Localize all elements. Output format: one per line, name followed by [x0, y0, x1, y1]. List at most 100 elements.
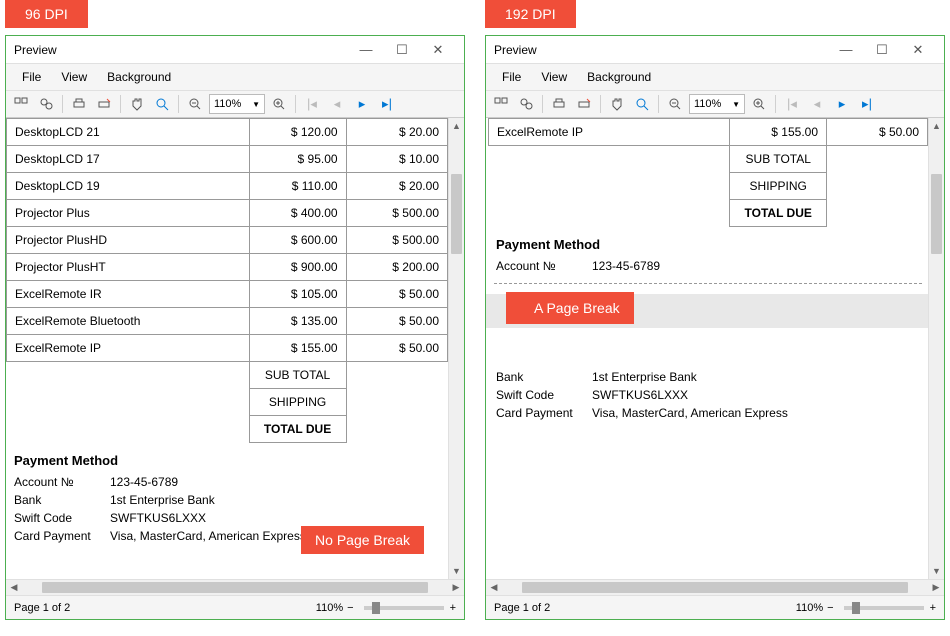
scroll-up-icon[interactable]: ▲: [449, 118, 464, 134]
table-row: Projector PlusHD$ 600.00$ 500.00: [7, 227, 448, 254]
zoom-plus-button[interactable]: +: [930, 602, 936, 614]
first-page-icon[interactable]: |◂: [781, 94, 803, 114]
items-table: ExcelRemote IP$ 155.00$ 50.00 SUB TOTAL …: [488, 118, 928, 227]
subtotal-label: SUB TOTAL: [730, 146, 827, 173]
dpi-96-tag: 96 DPI: [5, 0, 88, 28]
search-icon[interactable]: [35, 94, 57, 114]
menu-bar: File View Background: [6, 64, 464, 91]
scroll-down-icon[interactable]: ▼: [449, 563, 464, 579]
table-row: DesktopLCD 21$ 120.00$ 20.00: [7, 119, 448, 146]
magnifier-icon[interactable]: [151, 94, 173, 114]
totaldue-label: TOTAL DUE: [730, 200, 827, 227]
zoom-slider[interactable]: [364, 606, 444, 610]
menu-background[interactable]: Background: [579, 68, 659, 86]
toolbar: 110%▼ |◂ ◂ ▸ ▸|: [6, 91, 464, 118]
shipping-label: SHIPPING: [730, 173, 827, 200]
vertical-scrollbar[interactable]: ▲ ▼: [928, 118, 944, 579]
kv-card: Card PaymentVisa, MasterCard, American E…: [494, 404, 922, 422]
hand-tool-icon[interactable]: [606, 94, 628, 114]
zoom-minus-button[interactable]: −: [347, 602, 353, 614]
scroll-left-icon[interactable]: ◀: [486, 582, 502, 593]
page-status: Page 1 of 2: [494, 602, 796, 614]
table-row: Projector PlusHT$ 900.00$ 200.00: [7, 254, 448, 281]
payment-method-header: Payment Method: [12, 443, 442, 473]
last-page-icon[interactable]: ▸|: [376, 94, 398, 114]
zoom-in-icon[interactable]: [268, 94, 290, 114]
no-page-break-callout: No Page Break: [301, 526, 424, 554]
menu-file[interactable]: File: [494, 68, 529, 86]
close-button[interactable]: ✕: [420, 37, 456, 63]
status-bar: Page 1 of 2 110% − +: [486, 595, 944, 619]
zoom-select[interactable]: 110%▼: [209, 94, 265, 114]
preview-window-96: Preview — ☐ ✕ File View Background: [5, 35, 465, 620]
table-row: ExcelRemote IR$ 105.00$ 50.00: [7, 281, 448, 308]
table-row: DesktopLCD 17$ 95.00$ 10.00: [7, 146, 448, 173]
scroll-right-icon[interactable]: ▶: [928, 582, 944, 593]
prev-page-icon[interactable]: ◂: [806, 94, 828, 114]
thumbnails-icon[interactable]: [10, 94, 32, 114]
scroll-left-icon[interactable]: ◀: [6, 582, 22, 593]
shipping-label: SHIPPING: [249, 389, 346, 416]
scroll-down-icon[interactable]: ▼: [929, 563, 944, 579]
kv-swift: Swift CodeSWFTKUS6LXXX: [12, 509, 442, 527]
next-page-icon[interactable]: ▸: [351, 94, 373, 114]
menu-bar: File View Background: [486, 64, 944, 91]
payment-method-header: Payment Method: [494, 227, 922, 257]
menu-background[interactable]: Background: [99, 68, 179, 86]
zoom-in-icon[interactable]: [748, 94, 770, 114]
print-icon[interactable]: [68, 94, 90, 114]
arrow-left-icon: [510, 298, 526, 318]
a-page-break-callout: A Page Break: [506, 292, 634, 324]
dpi-192-tag: 192 DPI: [485, 0, 576, 28]
zoom-status: 110%: [316, 602, 343, 614]
print-icon[interactable]: [548, 94, 570, 114]
search-icon[interactable]: [515, 94, 537, 114]
table-row: ExcelRemote IP$ 155.00$ 50.00: [7, 335, 448, 362]
menu-view[interactable]: View: [53, 68, 95, 86]
table-row: DesktopLCD 19$ 110.00$ 20.00: [7, 173, 448, 200]
kv-swift: Swift CodeSWFTKUS6LXXX: [494, 386, 922, 404]
zoom-minus-button[interactable]: −: [827, 602, 833, 614]
items-table: DesktopLCD 21$ 120.00$ 20.00DesktopLCD 1…: [6, 118, 448, 443]
menu-file[interactable]: File: [14, 68, 49, 86]
next-page-icon[interactable]: ▸: [831, 94, 853, 114]
table-row: ExcelRemote IP$ 155.00$ 50.00: [489, 119, 928, 146]
minimize-button[interactable]: —: [348, 37, 384, 63]
prev-page-icon[interactable]: ◂: [326, 94, 348, 114]
minimize-button[interactable]: —: [828, 37, 864, 63]
kv-bank: Bank1st Enterprise Bank: [12, 491, 442, 509]
document-viewport[interactable]: DesktopLCD 21$ 120.00$ 20.00DesktopLCD 1…: [6, 118, 448, 579]
maximize-button[interactable]: ☐: [384, 37, 420, 63]
first-page-icon[interactable]: |◂: [301, 94, 323, 114]
subtotal-label: SUB TOTAL: [249, 362, 346, 389]
kv-bank: Bank1st Enterprise Bank: [494, 368, 922, 386]
menu-view[interactable]: View: [533, 68, 575, 86]
quick-print-icon[interactable]: [93, 94, 115, 114]
titlebar: Preview — ☐ ✕: [486, 36, 944, 64]
scroll-up-icon[interactable]: ▲: [929, 118, 944, 134]
document-viewport[interactable]: ExcelRemote IP$ 155.00$ 50.00 SUB TOTAL …: [486, 118, 928, 579]
table-row: Projector Plus$ 400.00$ 500.00: [7, 200, 448, 227]
thumbnails-icon[interactable]: [490, 94, 512, 114]
scroll-right-icon[interactable]: ▶: [448, 582, 464, 593]
vertical-scrollbar[interactable]: ▲ ▼: [448, 118, 464, 579]
horizontal-scrollbar[interactable]: ◀ ▶: [486, 579, 944, 595]
quick-print-icon[interactable]: [573, 94, 595, 114]
hand-tool-icon[interactable]: [126, 94, 148, 114]
magnifier-icon[interactable]: [631, 94, 653, 114]
zoom-out-icon[interactable]: [664, 94, 686, 114]
last-page-icon[interactable]: ▸|: [856, 94, 878, 114]
zoom-out-icon[interactable]: [184, 94, 206, 114]
close-button[interactable]: ✕: [900, 37, 936, 63]
window-title: Preview: [494, 43, 828, 57]
horizontal-scrollbar[interactable]: ◀ ▶: [6, 579, 464, 595]
zoom-status: 110%: [796, 602, 823, 614]
zoom-slider[interactable]: [844, 606, 924, 610]
zoom-plus-button[interactable]: +: [450, 602, 456, 614]
table-row: ExcelRemote Bluetooth$ 135.00$ 50.00: [7, 308, 448, 335]
maximize-button[interactable]: ☐: [864, 37, 900, 63]
kv-account: Account №123-45-6789: [494, 257, 922, 275]
titlebar: Preview — ☐ ✕: [6, 36, 464, 64]
preview-window-192: Preview — ☐ ✕ File View Background: [485, 35, 945, 620]
zoom-select[interactable]: 110%▼: [689, 94, 745, 114]
